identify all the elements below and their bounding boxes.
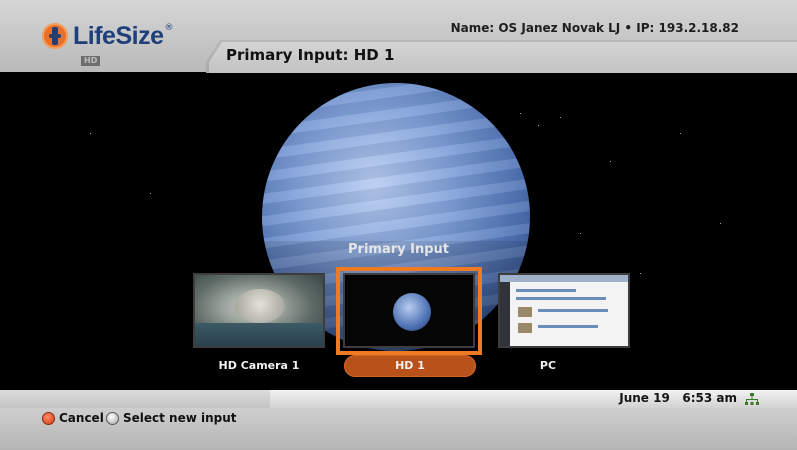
page-title: Primary Input: HD 1 — [226, 46, 395, 64]
lifesize-logo-icon — [42, 23, 68, 49]
select-input-hint[interactable]: Select new input — [106, 411, 237, 425]
ok-button-icon — [106, 411, 119, 425]
pc-thumbnail — [518, 307, 532, 317]
star — [538, 125, 539, 126]
input-thumb-hd-camera-1[interactable] — [193, 273, 325, 348]
cat-preview — [235, 289, 285, 323]
star — [150, 193, 151, 194]
status-bar-left — [0, 390, 270, 408]
blanket-preview — [195, 323, 323, 346]
system-info: Name: OS Janez Novak LJ • IP: 193.2.18.8… — [450, 21, 739, 35]
date: June 19 — [619, 391, 670, 405]
red-button-icon — [42, 411, 55, 425]
input-label-pc[interactable]: PC — [482, 359, 614, 372]
input-label-hd-camera-1[interactable]: HD Camera 1 — [193, 359, 325, 372]
pc-sidebar — [500, 282, 510, 346]
brand-name: LifeSize — [73, 21, 164, 50]
network-icon — [745, 393, 759, 405]
registered-mark: ® — [164, 23, 174, 33]
star — [610, 161, 611, 162]
pc-text-line — [538, 325, 598, 328]
time: 6:53 am — [682, 391, 737, 405]
lifesize-logo: LifeSize ® — [42, 21, 173, 51]
star — [580, 233, 581, 234]
star — [680, 133, 681, 134]
pc-window-titlebar — [500, 275, 628, 282]
selection-highlight — [336, 267, 482, 355]
hd-badge: HD — [81, 56, 101, 66]
select-input-label: Select new input — [123, 411, 237, 425]
star — [520, 113, 521, 114]
star — [560, 117, 561, 118]
cancel-hint[interactable]: Cancel — [42, 411, 104, 425]
pc-text-line — [516, 297, 606, 300]
pc-text-line — [516, 289, 576, 292]
input-selector-title: Primary Input — [348, 242, 449, 257]
input-label-hd-1[interactable]: HD 1 — [344, 359, 476, 372]
date-time: June 19 6:53 am — [619, 391, 737, 405]
star — [640, 273, 641, 274]
pc-text-line — [538, 309, 608, 312]
cancel-label: Cancel — [59, 411, 104, 425]
input-thumb-pc[interactable] — [498, 273, 630, 348]
star — [720, 223, 721, 224]
pc-thumbnail — [518, 323, 532, 333]
star — [90, 133, 91, 134]
